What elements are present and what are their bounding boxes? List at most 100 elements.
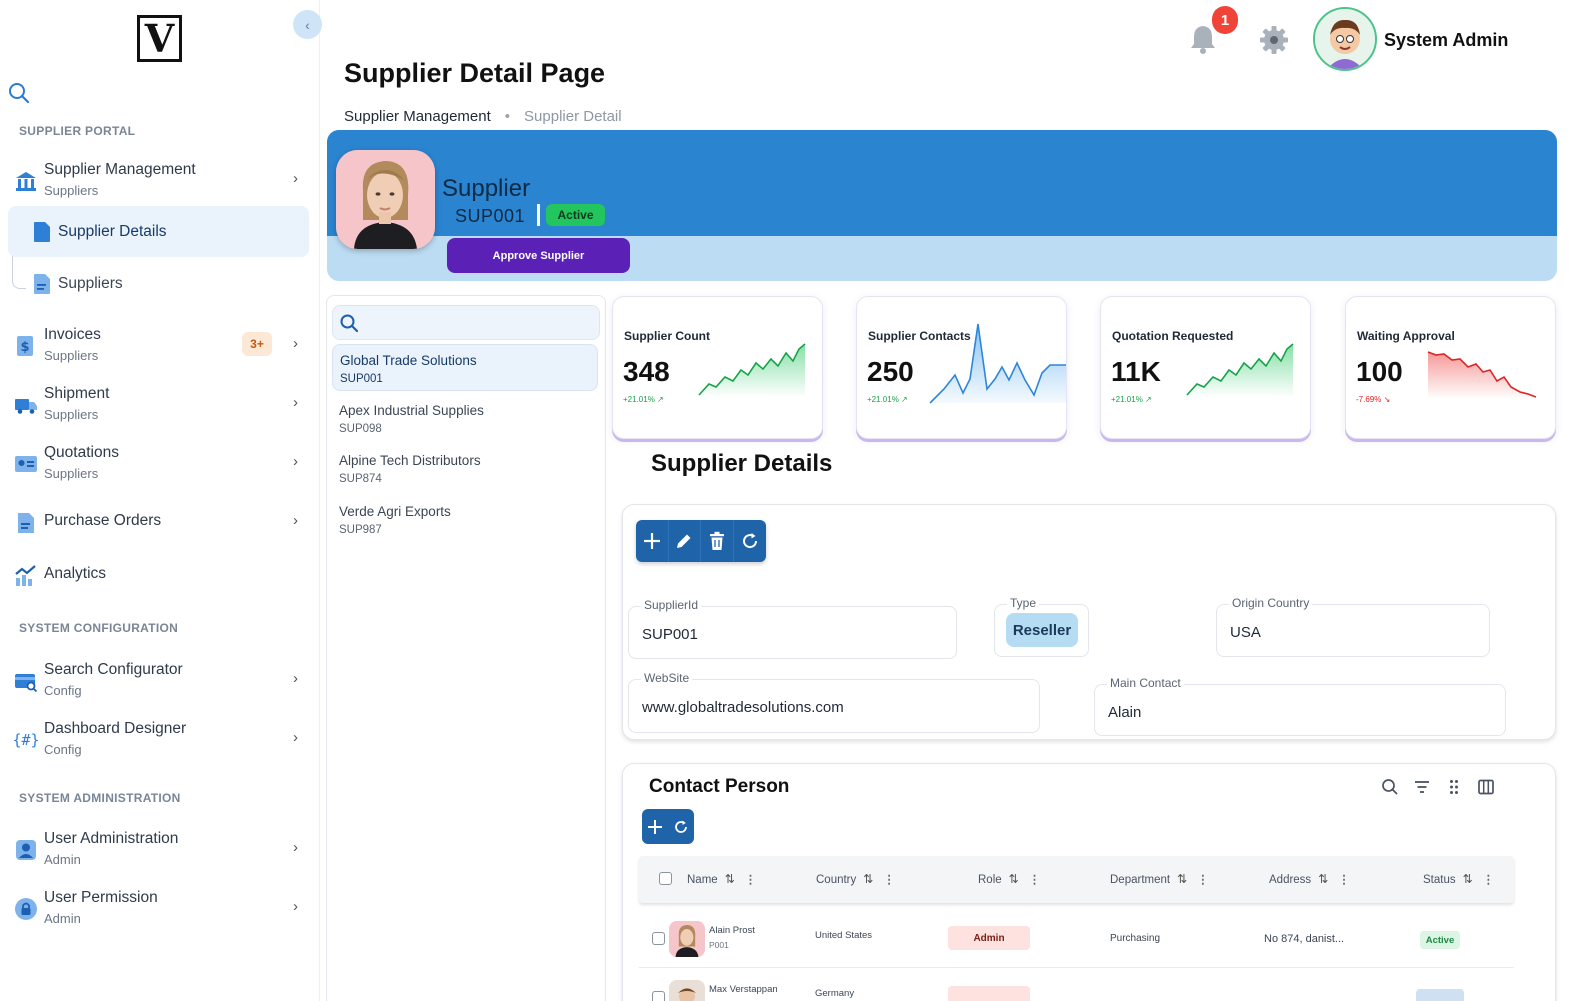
website-field[interactable]: WebSite www.globaltradesolutions.com xyxy=(628,671,1040,733)
origin-country-field[interactable]: Origin Country USA xyxy=(1216,596,1490,657)
column-menu-icon: ⋮ xyxy=(1028,874,1041,886)
collapse-sidebar-button[interactable]: ‹ xyxy=(293,10,322,39)
bank-icon xyxy=(16,172,36,191)
supplier-list-id: SUP874 xyxy=(339,473,382,485)
supplier-id-field[interactable]: SupplierId SUP001 xyxy=(628,598,957,659)
status-badge xyxy=(1416,989,1464,1001)
column-header-name[interactable]: Name ⇅ ⋮ xyxy=(687,872,756,886)
main-contact-field[interactable]: Main Contact Alain xyxy=(1094,676,1506,736)
column-menu-icon: ⋮ xyxy=(744,874,757,886)
sidebar-item-supplier-management[interactable]: Supplier Management Suppliers › xyxy=(10,155,310,205)
edit-button[interactable] xyxy=(669,520,701,562)
supplier-list-id: SUP987 xyxy=(339,524,382,536)
sidebar-item-label: Quotations xyxy=(44,444,119,461)
sidebar-item-label: Invoices xyxy=(44,326,101,343)
trash-icon xyxy=(709,531,724,550)
kpi-value: 100 xyxy=(1356,356,1403,387)
row-checkbox[interactable] xyxy=(652,932,665,945)
field-label: SupplierId xyxy=(641,598,702,612)
supplier-list-id: SUP001 xyxy=(340,373,383,385)
contact-address: No 874, danist... xyxy=(1264,933,1345,945)
refresh-icon xyxy=(675,820,687,833)
supplier-list-item[interactable]: Global Trade Solutions SUP001 xyxy=(332,344,598,391)
supplier-list-name: Global Trade Solutions xyxy=(340,353,477,368)
row-checkbox[interactable] xyxy=(652,991,665,1001)
avatar[interactable] xyxy=(1313,7,1377,71)
supplier-list-item[interactable]: Apex Industrial Supplies SUP098 xyxy=(332,395,598,442)
kpi-card-waiting-approval[interactable]: Waiting Approval 100 -7.69% ↘ xyxy=(1345,296,1556,439)
sort-icon: ⇅ xyxy=(1008,872,1019,886)
add-button[interactable] xyxy=(636,520,669,562)
sidebar-item-quotations[interactable]: Quotations Suppliers › xyxy=(10,438,310,488)
breadcrumb-item[interactable]: Supplier Management xyxy=(344,108,491,125)
sidebar-item-invoices[interactable]: $ Invoices Suppliers 3+ › xyxy=(10,320,310,370)
app-logo[interactable]: V xyxy=(137,15,182,62)
column-header-role[interactable]: Role ⇅ ⋮ xyxy=(978,872,1040,886)
column-header-country[interactable]: Country ⇅ ⋮ xyxy=(816,872,895,886)
chevron-right-icon: › xyxy=(293,839,298,856)
search-icon[interactable] xyxy=(1381,778,1399,796)
refresh-icon xyxy=(742,533,757,549)
sidebar-item-user-permission[interactable]: User Permission Admin › xyxy=(10,883,310,933)
supplier-list-item[interactable]: Alpine Tech Distributors SUP874 xyxy=(332,445,598,492)
sidebar-item-analytics[interactable]: Analytics xyxy=(10,550,310,600)
column-header-address[interactable]: Address ⇅ ⋮ xyxy=(1269,872,1350,886)
section-label-admin: SYSTEM ADMINISTRATION xyxy=(19,791,181,805)
sidebar-item-sublabel: Suppliers xyxy=(44,466,99,481)
id-card-icon xyxy=(15,456,37,472)
supplier-list-item[interactable]: Verde Agri Exports SUP987 xyxy=(332,496,598,543)
filter-icon[interactable] xyxy=(1413,778,1431,796)
sidebar-item-shipment[interactable]: Shipment Suppliers › xyxy=(10,379,310,429)
refresh-button[interactable] xyxy=(734,520,767,562)
select-all-checkbox[interactable] xyxy=(659,872,672,885)
chevron-right-icon: › xyxy=(293,335,298,352)
search-icon xyxy=(340,314,359,333)
kpi-card-supplier-contacts[interactable]: Supplier Contacts 250 +21.01% ↗ xyxy=(856,296,1067,439)
sidebar-item-label: Search Configurator xyxy=(44,661,183,678)
approve-supplier-button[interactable]: Approve Supplier xyxy=(447,238,630,273)
sort-icon: ⇅ xyxy=(1318,872,1329,886)
plus-icon xyxy=(643,533,660,549)
supplier-list-name: Verde Agri Exports xyxy=(339,504,451,519)
role-chip xyxy=(948,986,1030,1001)
sidebar-item-search-configurator[interactable]: Search Configurator Config › xyxy=(10,655,310,705)
drag-handle-icon[interactable] xyxy=(1445,778,1463,796)
chart-icon xyxy=(15,565,36,586)
user-name[interactable]: System Admin xyxy=(1384,30,1508,51)
supplier-search-input[interactable] xyxy=(332,305,600,340)
kpi-label: Supplier Contacts xyxy=(868,329,971,343)
sidebar-item-label: Purchase Orders xyxy=(44,512,162,529)
kpi-card-quotation-requested[interactable]: Quotation Requested 11K +21.01% ↗ xyxy=(1100,296,1311,439)
search-card-icon xyxy=(15,674,38,693)
add-contact-button[interactable] xyxy=(642,809,668,844)
type-field[interactable]: Type Reseller xyxy=(994,596,1089,657)
column-header-status[interactable]: Status ⇅ ⋮ xyxy=(1423,872,1494,886)
search-icon[interactable] xyxy=(8,82,30,104)
sidebar-subitem-supplier-details[interactable]: Supplier Details xyxy=(8,206,309,257)
gear-icon[interactable] xyxy=(1258,24,1290,56)
column-menu-icon: ⋮ xyxy=(1197,874,1209,886)
supplier-list-name: Alpine Tech Distributors xyxy=(339,453,481,468)
count-badge: 3+ xyxy=(242,332,272,356)
page-title: Supplier Detail Page xyxy=(344,58,606,88)
avatar xyxy=(669,921,705,957)
refresh-contacts-button[interactable] xyxy=(668,809,694,844)
contact-department: Purchasing xyxy=(1110,933,1161,944)
sidebar-item-sublabel: Admin xyxy=(44,852,81,867)
sidebar-item-dashboard-designer[interactable]: {#} Dashboard Designer Config › xyxy=(10,714,310,764)
chevron-right-icon: › xyxy=(293,670,298,687)
sidebar-item-label: Analytics xyxy=(44,565,107,582)
status-badge: Active xyxy=(1420,931,1460,949)
details-toolbar xyxy=(636,520,766,562)
hash-icon: {#} xyxy=(14,731,38,749)
kpi-label: Waiting Approval xyxy=(1357,329,1455,343)
sidebar-item-user-administration[interactable]: User Administration Admin › xyxy=(10,824,310,874)
sidebar-item-label: Shipment xyxy=(44,385,110,402)
columns-icon[interactable] xyxy=(1477,778,1495,796)
column-header-department[interactable]: Department ⇅ ⋮ xyxy=(1110,872,1209,886)
kpi-card-supplier-count[interactable]: Supplier Count 348 +21.01% ↗ xyxy=(612,296,823,439)
chevron-right-icon: › xyxy=(293,394,298,411)
sidebar-subitem-suppliers[interactable]: Suppliers xyxy=(8,258,309,309)
sidebar-item-purchase-orders[interactable]: Purchase Orders › xyxy=(10,497,310,547)
delete-button[interactable] xyxy=(701,520,734,562)
